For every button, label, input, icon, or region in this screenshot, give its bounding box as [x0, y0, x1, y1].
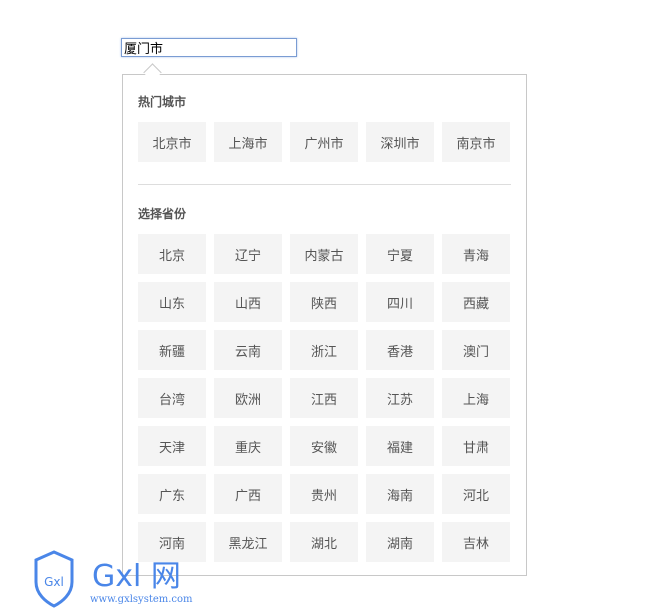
city-input[interactable] [121, 38, 297, 57]
provinces-item[interactable]: 广东 [138, 474, 206, 514]
provinces-item[interactable]: 四川 [366, 282, 434, 322]
provinces-item[interactable]: 贵州 [290, 474, 358, 514]
watermark-logo: Gxl Gxl 网 www.gxlsystem.com [34, 550, 214, 614]
provinces-grid: 北京 辽宁 内蒙古 宁夏 青海山东 山西 陕西 四川 西藏新疆 云南 浙江 香港 澳门台湾 欧洲 江西 江苏上… [138, 234, 510, 562]
provinces-item[interactable]: 广西 [214, 474, 282, 514]
provinces-item[interactable]: 青海 [442, 234, 510, 274]
provinces-item[interactable]: 福建 [366, 426, 434, 466]
hot-item[interactable]: 广州市 [290, 122, 358, 162]
provinces-item[interactable]: 西藏 [442, 282, 510, 322]
provinces-item[interactable]: 山东 [138, 282, 206, 322]
provinces-item[interactable]: 北京 [138, 234, 206, 274]
city-picker-panel: 热门城市 北京市 上海市 广州市 深圳市 南京市 选择省份 北京 辽宁 内蒙古 宁夏 青海山东山… [122, 74, 527, 576]
provinces-item[interactable]: 河北 [442, 474, 510, 514]
hot-cities-grid: 北京市 上海市 广州市 深圳市 南京市 [138, 122, 510, 162]
provinces-item[interactable]: 江苏 [366, 378, 434, 418]
svg-text:Gxl: Gxl [44, 575, 64, 589]
provinces-item[interactable]: 辽宁 [214, 234, 282, 274]
provinces-item[interactable]: 宁夏 [366, 234, 434, 274]
provinces-item[interactable]: 香港 [366, 330, 434, 370]
hot-item[interactable]: 深圳市 [366, 122, 434, 162]
provinces-item[interactable]: 安徽 [290, 426, 358, 466]
provinces-item[interactable]: 甘肃 [442, 426, 510, 466]
provinces-item[interactable]: 江西 [290, 378, 358, 418]
provinces-item[interactable]: 台湾 [138, 378, 206, 418]
svg-text:www.gxlsystem.com: www.gxlsystem.com [90, 594, 193, 605]
provinces-item[interactable]: 山西 [214, 282, 282, 322]
hot-item[interactable]: 上海市 [214, 122, 282, 162]
provinces-item[interactable]: 湖南 [366, 522, 434, 562]
provinces-item[interactable]: 云南 [214, 330, 282, 370]
hot-cities-heading: 热门城市 [138, 95, 187, 109]
svg-text:Gxl 网: Gxl 网 [92, 559, 181, 594]
provinces-heading: 选择省份 [138, 207, 187, 221]
provinces-item[interactable]: 上海 [442, 378, 510, 418]
provinces-item[interactable]: 黑龙江 [214, 522, 282, 562]
provinces-item[interactable]: 浙江 [290, 330, 358, 370]
provinces-item[interactable]: 湖北 [290, 522, 358, 562]
provinces-item[interactable]: 欧洲 [214, 378, 282, 418]
provinces-item[interactable]: 陕西 [290, 282, 358, 322]
divider [138, 184, 511, 185]
provinces-item[interactable]: 澳门 [442, 330, 510, 370]
provinces-item[interactable]: 吉林 [442, 522, 510, 562]
provinces-item[interactable]: 新疆 [138, 330, 206, 370]
provinces-item[interactable]: 天津 [138, 426, 206, 466]
hot-item[interactable]: 北京市 [138, 122, 206, 162]
provinces-item[interactable]: 重庆 [214, 426, 282, 466]
provinces-item[interactable]: 海南 [366, 474, 434, 514]
provinces-item[interactable]: 内蒙古 [290, 234, 358, 274]
hot-item[interactable]: 南京市 [442, 122, 510, 162]
